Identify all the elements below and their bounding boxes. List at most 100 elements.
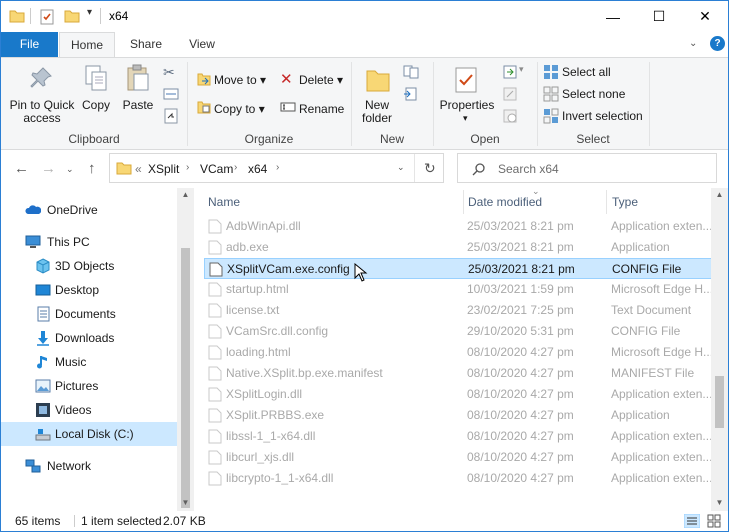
move-to-button[interactable]: Move to ▾: [214, 73, 266, 87]
nav-pane-scrollbar[interactable]: ▲ ▼: [177, 188, 194, 511]
breadcrumb-xsplit[interactable]: XSplit: [148, 162, 179, 176]
column-separator[interactable]: [606, 190, 607, 214]
breadcrumb-separator-icon[interactable]: ›: [276, 162, 279, 173]
nav-item-local-disk[interactable]: Local Disk (C:): [1, 422, 191, 446]
rename-icon: [280, 102, 296, 112]
status-selected: 1 item selected: [81, 514, 162, 528]
file-row[interactable]: libcurl_xjs.dll 08/10/2020 4:27 pm Applica…: [204, 447, 712, 468]
search-box[interactable]: Search x64: [457, 153, 717, 183]
breadcrumb-x64[interactable]: x64: [248, 162, 267, 176]
new-folder-button[interactable]: New folder: [357, 99, 397, 125]
quick-access-dropdown-icon[interactable]: ▾: [87, 7, 92, 18]
column-separator[interactable]: [463, 190, 464, 214]
breadcrumb-overflow[interactable]: «: [135, 162, 142, 176]
pin-to-quick-access-button[interactable]: Pin to Quick access: [6, 99, 78, 125]
file-list-scrollbar[interactable]: ▲ ▼: [711, 188, 728, 511]
file-row[interactable]: XSplitVCam.exe.config 25/03/2021 8:21 pm C…: [204, 258, 712, 279]
file-list: Name ⌄ Date modified Type AdbWinApi.dll 2…: [194, 186, 712, 511]
paste-shortcut-icon[interactable]: [163, 108, 179, 124]
file-row[interactable]: XSplit.PRBBS.exe 08/10/2020 4:27 pm Applic…: [204, 405, 712, 426]
copy-to-button[interactable]: Copy to ▾: [214, 102, 265, 116]
invert-selection-button[interactable]: Invert selection: [562, 109, 643, 123]
open-dropdown-icon[interactable]: ▾: [519, 64, 524, 75]
rename-button[interactable]: Rename: [299, 102, 344, 116]
file-row[interactable]: loading.html 08/10/2020 4:27 pm Microsoft …: [204, 342, 712, 363]
column-header-type[interactable]: Type: [612, 188, 638, 216]
select-none-button[interactable]: Select none: [562, 87, 625, 101]
copy-to-icon: [197, 101, 211, 114]
file-date-modified: 08/10/2020 4:27 pm: [467, 471, 574, 485]
back-button[interactable]: ←: [14, 160, 29, 177]
scrollbar-thumb[interactable]: [715, 376, 724, 428]
column-header-name[interactable]: Name: [208, 188, 240, 216]
properties-button[interactable]: Properties: [439, 99, 495, 112]
tab-home[interactable]: Home: [59, 32, 115, 58]
address-bar[interactable]: « XSplit › VCam › x64 › ⌄ ↻: [109, 153, 444, 183]
scroll-up-icon[interactable]: ▲: [711, 190, 728, 199]
breadcrumb-vcam[interactable]: VCam: [200, 162, 233, 176]
new-folder-quick-icon[interactable]: [64, 9, 80, 23]
maximize-button[interactable]: ☐: [636, 1, 682, 32]
file-icon: [208, 324, 222, 339]
tab-view[interactable]: View: [177, 32, 227, 57]
large-icons-view-icon[interactable]: [707, 514, 721, 528]
file-row[interactable]: libssl-1_1-x64.dll 08/10/2020 4:27 pm Appl…: [204, 426, 712, 447]
nav-item-network[interactable]: Network: [1, 454, 191, 478]
details-view-icon[interactable]: [684, 514, 700, 528]
nav-item-onedrive[interactable]: OneDrive: [1, 198, 191, 222]
file-row[interactable]: libcrypto-1_1-x64.dll 08/10/2020 4:27 pm A…: [204, 468, 712, 489]
file-row[interactable]: VCamSrc.dll.config 29/10/2020 5:31 pm CONF…: [204, 321, 712, 342]
nav-item-3d-objects[interactable]: 3D Objects: [1, 254, 191, 278]
status-bar: 65 items 1 item selected 2.07 KB: [1, 511, 728, 531]
file-icon: [208, 366, 222, 381]
scroll-up-icon[interactable]: ▲: [177, 190, 194, 199]
properties-dropdown-icon[interactable]: ▾: [463, 113, 468, 124]
new-item-icon[interactable]: [402, 64, 422, 80]
tab-file[interactable]: File: [1, 32, 58, 57]
file-row[interactable]: startup.html 10/03/2021 1:59 pm Microsoft …: [204, 279, 712, 300]
file-row[interactable]: adb.exe 25/03/2021 8:21 pm Application: [204, 237, 712, 258]
forward-button[interactable]: →: [41, 160, 56, 177]
file-row[interactable]: license.txt 23/02/2021 7:25 pm Text Docume…: [204, 300, 712, 321]
help-icon[interactable]: ?: [710, 36, 725, 51]
nav-item-desktop[interactable]: Desktop: [1, 278, 191, 302]
close-button[interactable]: ✕: [682, 1, 728, 32]
nav-item-documents[interactable]: Documents: [1, 302, 191, 326]
scroll-down-icon[interactable]: ▼: [177, 498, 194, 507]
properties-quick-icon[interactable]: [39, 9, 55, 25]
column-header-date-modified[interactable]: Date modified: [468, 188, 542, 216]
easy-access-icon[interactable]: [402, 86, 422, 102]
file-row[interactable]: Native.XSplit.bp.exe.manifest 08/10/2020 …: [204, 363, 712, 384]
up-button[interactable]: ↑: [88, 160, 96, 177]
file-icon: [208, 219, 222, 234]
file-icon: [208, 471, 222, 486]
nav-item-this-pc[interactable]: This PC: [1, 230, 191, 254]
file-row[interactable]: XSplitLogin.dll 08/10/2020 4:27 pm Applica…: [204, 384, 712, 405]
minimize-button[interactable]: —: [590, 1, 636, 32]
select-all-button[interactable]: Select all: [562, 65, 611, 79]
delete-button[interactable]: Delete ▾: [299, 73, 343, 87]
nav-item-downloads[interactable]: Downloads: [1, 326, 191, 350]
paste-button[interactable]: Paste: [121, 99, 155, 112]
nav-item-music[interactable]: Music: [1, 350, 191, 374]
scrollbar-thumb[interactable]: [181, 248, 190, 508]
breadcrumb-separator-icon[interactable]: ›: [234, 162, 237, 173]
nav-item-pictures[interactable]: Pictures: [1, 374, 191, 398]
tab-share[interactable]: Share: [121, 32, 171, 57]
ribbon-expand-icon[interactable]: ⌄: [689, 38, 697, 49]
cut-icon[interactable]: ✂: [163, 64, 175, 81]
open-icon[interactable]: [502, 64, 520, 80]
select-group-label: Select: [576, 132, 610, 146]
file-type: Application exten...: [611, 387, 711, 401]
file-icon: [208, 450, 222, 465]
refresh-icon[interactable]: ↻: [424, 160, 436, 177]
file-row[interactable]: AdbWinApi.dll 25/03/2021 8:21 pm Applicati…: [204, 216, 712, 237]
copy-button[interactable]: Copy: [80, 99, 112, 112]
breadcrumb-separator-icon[interactable]: ›: [186, 162, 189, 173]
file-date-modified: 08/10/2020 4:27 pm: [467, 345, 574, 359]
scroll-down-icon[interactable]: ▼: [711, 498, 728, 507]
copy-path-icon[interactable]: [163, 87, 179, 101]
address-dropdown-icon[interactable]: ⌄: [397, 162, 405, 173]
nav-item-videos[interactable]: Videos: [1, 398, 191, 422]
recent-locations-icon[interactable]: ⌄: [66, 164, 74, 175]
